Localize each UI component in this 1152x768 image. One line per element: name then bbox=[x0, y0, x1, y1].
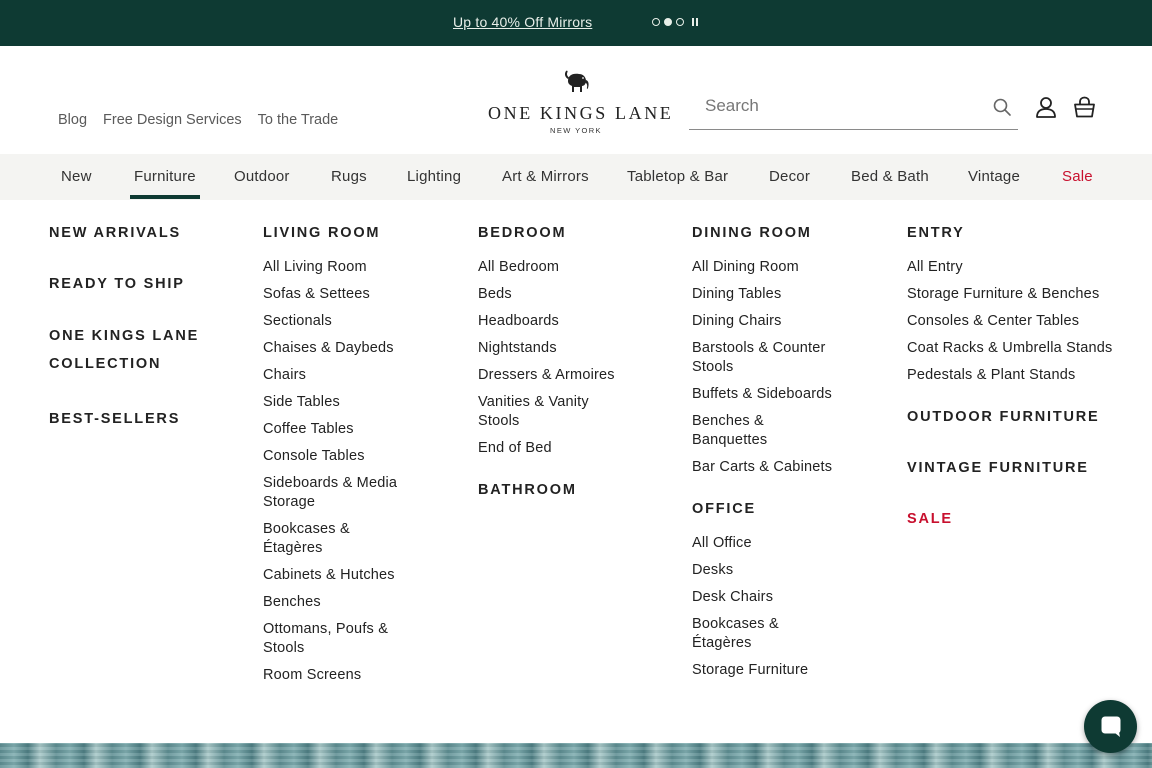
menu-link[interactable]: Barstools & Counter Stools bbox=[692, 339, 832, 377]
heading-dining-room[interactable]: DINING ROOM bbox=[692, 224, 842, 243]
menu-link[interactable]: Headboards bbox=[478, 312, 628, 331]
elephant-logo-icon bbox=[564, 70, 589, 92]
menu-link[interactable]: All Dining Room bbox=[692, 258, 842, 277]
mega-col-living-room: LIVING ROOM All Living Room Sofas & Sett… bbox=[263, 224, 413, 693]
chat-icon bbox=[1101, 716, 1121, 737]
menu-link[interactable]: Chaises & Daybeds bbox=[263, 339, 413, 358]
menu-link[interactable]: Coat Racks & Umbrella Stands bbox=[907, 339, 1122, 358]
nav-sale[interactable]: Sale bbox=[1062, 168, 1093, 185]
heading-bathroom[interactable]: BATHROOM bbox=[478, 481, 628, 500]
bedroom-links: All Bedroom Beds Headboards Nightstands … bbox=[478, 258, 628, 458]
menu-link[interactable]: Nightstands bbox=[478, 339, 628, 358]
menu-link[interactable]: Pedestals & Plant Stands bbox=[907, 366, 1122, 385]
entry-links: All Entry Storage Furniture & Benches Co… bbox=[907, 258, 1122, 385]
menu-link[interactable]: Side Tables bbox=[263, 393, 413, 412]
living-room-links: All Living Room Sofas & Settees Sectiona… bbox=[263, 258, 413, 685]
menu-link[interactable]: All Bedroom bbox=[478, 258, 628, 277]
heading-new-arrivals[interactable]: NEW ARRIVALS bbox=[49, 224, 229, 243]
logo-location: NEW YORK bbox=[550, 126, 602, 135]
menu-link[interactable]: All Office bbox=[692, 534, 842, 553]
account-icon[interactable] bbox=[1035, 96, 1057, 118]
menu-link[interactable]: End of Bed bbox=[478, 439, 628, 458]
promo-link[interactable]: Up to 40% Off Mirrors bbox=[453, 14, 592, 30]
menu-link[interactable]: Bookcases & Étagères bbox=[692, 615, 792, 653]
search-icon[interactable] bbox=[992, 97, 1012, 117]
menu-link[interactable]: Desk Chairs bbox=[692, 588, 842, 607]
heading-okl-collection[interactable]: ONE KINGS LANE COLLECTION bbox=[49, 322, 229, 378]
menu-link[interactable]: Beds bbox=[478, 285, 628, 304]
hero-image bbox=[0, 743, 1152, 768]
nav-decor[interactable]: Decor bbox=[769, 168, 810, 185]
menu-link[interactable]: Storage Furniture bbox=[692, 661, 842, 680]
menu-link[interactable]: All Living Room bbox=[263, 258, 413, 277]
nav-outdoor[interactable]: Outdoor bbox=[234, 168, 290, 185]
heading-office[interactable]: OFFICE bbox=[692, 500, 842, 519]
furniture-mega-menu: NEW ARRIVALS READY TO SHIP ONE KINGS LAN… bbox=[0, 200, 1152, 743]
menu-link[interactable]: Chairs bbox=[263, 366, 413, 385]
menu-link[interactable]: Benches & Banquettes bbox=[692, 412, 792, 450]
carousel-dot-active[interactable] bbox=[664, 18, 672, 26]
mega-col-featured: NEW ARRIVALS READY TO SHIP ONE KINGS LAN… bbox=[49, 224, 229, 429]
nav-lighting[interactable]: Lighting bbox=[407, 168, 461, 185]
nav-furniture[interactable]: Furniture bbox=[130, 168, 200, 199]
menu-link[interactable]: Ottomans, Poufs & Stools bbox=[263, 620, 398, 658]
design-services-link[interactable]: Free Design Services bbox=[103, 112, 242, 128]
heading-ready-to-ship[interactable]: READY TO SHIP bbox=[49, 275, 229, 294]
menu-link[interactable]: Sideboards & Media Storage bbox=[263, 474, 413, 512]
menu-link[interactable]: Vanities & Vanity Stools bbox=[478, 393, 598, 431]
cart-icon[interactable] bbox=[1073, 96, 1096, 118]
site-header: Blog Free Design Services To the Trade O… bbox=[0, 46, 1152, 154]
blog-link[interactable]: Blog bbox=[58, 112, 87, 128]
nav-vintage[interactable]: Vintage bbox=[968, 168, 1020, 185]
menu-link[interactable]: All Entry bbox=[907, 258, 1122, 277]
menu-link[interactable]: Console Tables bbox=[263, 447, 413, 466]
promo-bar: Up to 40% Off Mirrors bbox=[0, 0, 1152, 46]
menu-link[interactable]: Dressers & Armoires bbox=[478, 366, 628, 385]
heading-bedroom[interactable]: BEDROOM bbox=[478, 224, 628, 243]
heading-best-sellers[interactable]: BEST-SELLERS bbox=[49, 410, 229, 429]
menu-link[interactable]: Storage Furniture & Benches bbox=[907, 285, 1122, 304]
menu-link[interactable]: Desks bbox=[692, 561, 842, 580]
menu-link[interactable]: Dining Tables bbox=[692, 285, 842, 304]
menu-link[interactable]: Sectionals bbox=[263, 312, 413, 331]
menu-link[interactable]: Consoles & Center Tables bbox=[907, 312, 1122, 331]
logo-wordmark: ONE KINGS LANE bbox=[488, 103, 674, 123]
menu-link[interactable]: Coffee Tables bbox=[263, 420, 413, 439]
menu-link[interactable]: Cabinets & Hutches bbox=[263, 566, 413, 585]
menu-link[interactable]: Bookcases & Étagères bbox=[263, 520, 363, 558]
heading-outdoor-furniture[interactable]: OUTDOOR FURNITURE bbox=[907, 408, 1122, 427]
mega-col-dining-room: DINING ROOM All Dining Room Dining Table… bbox=[692, 224, 842, 688]
search-input[interactable] bbox=[705, 94, 975, 118]
menu-link[interactable]: Benches bbox=[263, 593, 413, 612]
utility-links: Blog Free Design Services To the Trade bbox=[58, 112, 338, 128]
menu-link[interactable]: Dining Chairs bbox=[692, 312, 842, 331]
chat-button[interactable] bbox=[1084, 700, 1137, 753]
pause-icon[interactable] bbox=[692, 18, 698, 26]
nav-art-mirrors[interactable]: Art & Mirrors bbox=[502, 168, 589, 185]
site-logo[interactable]: ONE KINGS LANE NEW YORK bbox=[488, 68, 674, 135]
dining-room-links: All Dining Room Dining Tables Dining Cha… bbox=[692, 258, 842, 477]
nav-new[interactable]: New bbox=[61, 168, 92, 185]
main-nav: New Furniture Outdoor Rugs Lighting Art … bbox=[0, 154, 1152, 200]
nav-rugs[interactable]: Rugs bbox=[331, 168, 367, 185]
nav-bed-bath[interactable]: Bed & Bath bbox=[851, 168, 929, 185]
office-links: All Office Desks Desk Chairs Bookcases &… bbox=[692, 534, 842, 680]
menu-link[interactable]: Buffets & Sideboards bbox=[692, 385, 842, 404]
mega-col-entry: ENTRY All Entry Storage Furniture & Benc… bbox=[907, 224, 1122, 529]
carousel-dot[interactable] bbox=[652, 18, 660, 26]
heading-living-room[interactable]: LIVING ROOM bbox=[263, 224, 413, 243]
carousel-controls bbox=[652, 18, 698, 26]
nav-tabletop-bar[interactable]: Tabletop & Bar bbox=[627, 168, 728, 185]
carousel-dot[interactable] bbox=[676, 18, 684, 26]
heading-vintage-furniture[interactable]: VINTAGE FURNITURE bbox=[907, 459, 1122, 478]
menu-link[interactable]: Room Screens bbox=[263, 666, 413, 685]
heading-entry[interactable]: ENTRY bbox=[907, 224, 1122, 243]
mega-col-bedroom: BEDROOM All Bedroom Beds Headboards Nigh… bbox=[478, 224, 628, 500]
trade-link[interactable]: To the Trade bbox=[258, 112, 339, 128]
menu-link[interactable]: Sofas & Settees bbox=[263, 285, 413, 304]
menu-link[interactable]: Bar Carts & Cabinets bbox=[692, 458, 842, 477]
heading-sale[interactable]: SALE bbox=[907, 510, 1122, 529]
search-bar bbox=[689, 84, 1018, 130]
